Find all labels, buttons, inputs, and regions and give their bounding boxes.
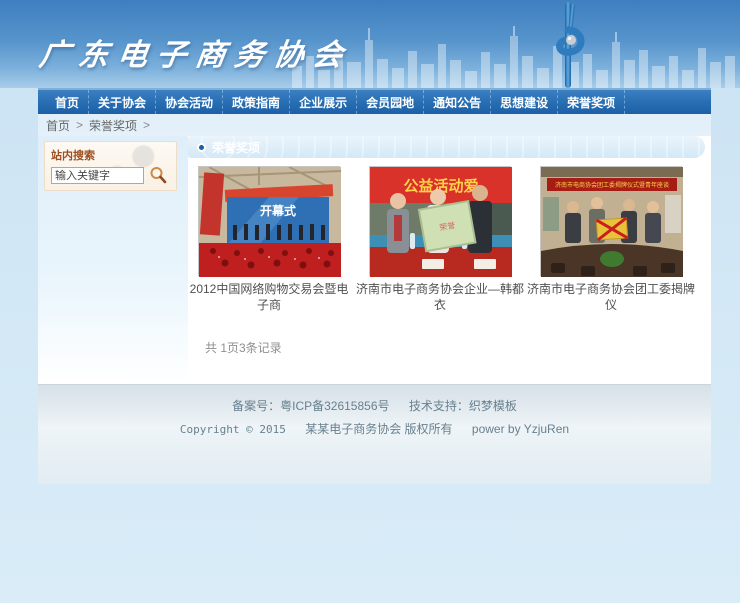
footer-line-2: Copyright © 2015 某某电子商务协会 版权所有 power by … xyxy=(38,420,711,437)
honor-cards: 开幕式 xyxy=(188,158,705,313)
main-content: 荣誉奖项 xyxy=(188,136,711,384)
bullet-ring-icon xyxy=(197,143,206,152)
breadcrumb: 首页 > 荣誉奖项 > xyxy=(38,114,711,136)
search-input[interactable] xyxy=(51,167,144,184)
honor-card: 开幕式 xyxy=(198,166,340,313)
copyright-text: Copyright © 2015 xyxy=(180,423,286,436)
photo-opening-ceremony: 开幕式 xyxy=(199,167,341,277)
honor-card: 公益活动爱 xyxy=(369,166,511,313)
org-rights-text: 某某电子商务协会 版权所有 xyxy=(305,422,452,436)
nav-item-notices[interactable]: 通知公告 xyxy=(424,90,491,114)
sidebar: 站内搜索 xyxy=(38,136,188,384)
footer-line-1: 备案号：粤ICP备32615856号 技术支持：织梦模板 xyxy=(38,397,711,414)
section-header-bar: 荣誉奖项 xyxy=(188,136,705,158)
site-logo[interactable]: 广东电子商务协会 xyxy=(37,30,355,74)
page: 广东电子商务协会 xyxy=(0,0,740,603)
main-nav: 首页 关于协会 协会活动 政策指南 企业展示 会员园地 通知公告 思想建设 荣誉… xyxy=(38,88,711,114)
photo-plaque-unveiling: 济南市电商协会团工委揭牌仪式暨青年座谈 xyxy=(541,167,683,277)
tech-support-text: 技术支持：织梦模板 xyxy=(409,399,517,413)
svg-text:济南市电商协会团工委揭牌仪式暨青年座谈: 济南市电商协会团工委揭牌仪式暨青年座谈 xyxy=(555,181,669,189)
honor-caption: 2012中国网络购物交易会暨电子商 xyxy=(184,281,354,313)
breadcrumb-separator: > xyxy=(143,118,150,132)
honor-caption: 济南市电子商务协会团工委揭牌仪 xyxy=(526,281,696,313)
powered-by-text: power by YzjuRen xyxy=(472,422,569,436)
nav-item-home[interactable]: 首页 xyxy=(46,90,89,114)
nav-item-policy[interactable]: 政策指南 xyxy=(223,90,290,114)
section-title: 荣誉奖项 xyxy=(212,139,260,156)
svg-text:开幕式: 开幕式 xyxy=(260,203,296,218)
section-tab: 荣誉奖项 xyxy=(188,136,282,158)
honor-caption: 济南市电子商务协会企业—韩都衣 xyxy=(355,281,525,313)
breadcrumb-current-link[interactable]: 荣誉奖项 xyxy=(89,117,137,134)
photo-award-presentation: 公益活动爱 xyxy=(370,167,512,277)
honor-card: 济南市电商协会团工委揭牌仪式暨青年座谈 xyxy=(540,166,682,313)
breadcrumb-separator: > xyxy=(76,118,83,132)
site-header: 广东电子商务协会 xyxy=(0,0,740,88)
tower-sculpture-graphic xyxy=(540,2,596,88)
nav-item-honors[interactable]: 荣誉奖项 xyxy=(558,90,625,114)
honor-photo-link-3[interactable]: 济南市电商协会团工委揭牌仪式暨青年座谈 xyxy=(540,166,682,276)
site-search-box: 站内搜索 xyxy=(44,141,177,191)
pagination-info: 共 1页3条记录 xyxy=(205,339,705,384)
icp-record-text: 备案号：粤ICP备32615856号 xyxy=(232,399,389,413)
honor-photo-link-2[interactable]: 公益活动爱 xyxy=(369,166,511,276)
nav-item-ideology[interactable]: 思想建设 xyxy=(491,90,558,114)
search-icon[interactable] xyxy=(149,166,167,184)
search-label: 站内搜索 xyxy=(51,147,171,163)
nav-item-enterprise[interactable]: 企业展示 xyxy=(290,90,357,114)
nav-item-about[interactable]: 关于协会 xyxy=(89,90,156,114)
nav-item-activities[interactable]: 协会活动 xyxy=(156,90,223,114)
nav-item-members[interactable]: 会员园地 xyxy=(357,90,424,114)
city-skyline-graphic xyxy=(290,26,740,88)
breadcrumb-home-link[interactable]: 首页 xyxy=(46,117,70,134)
site-footer: 备案号：粤ICP备32615856号 技术支持：织梦模板 Copyright ©… xyxy=(38,384,711,484)
honor-photo-link-1[interactable]: 开幕式 xyxy=(198,166,340,276)
